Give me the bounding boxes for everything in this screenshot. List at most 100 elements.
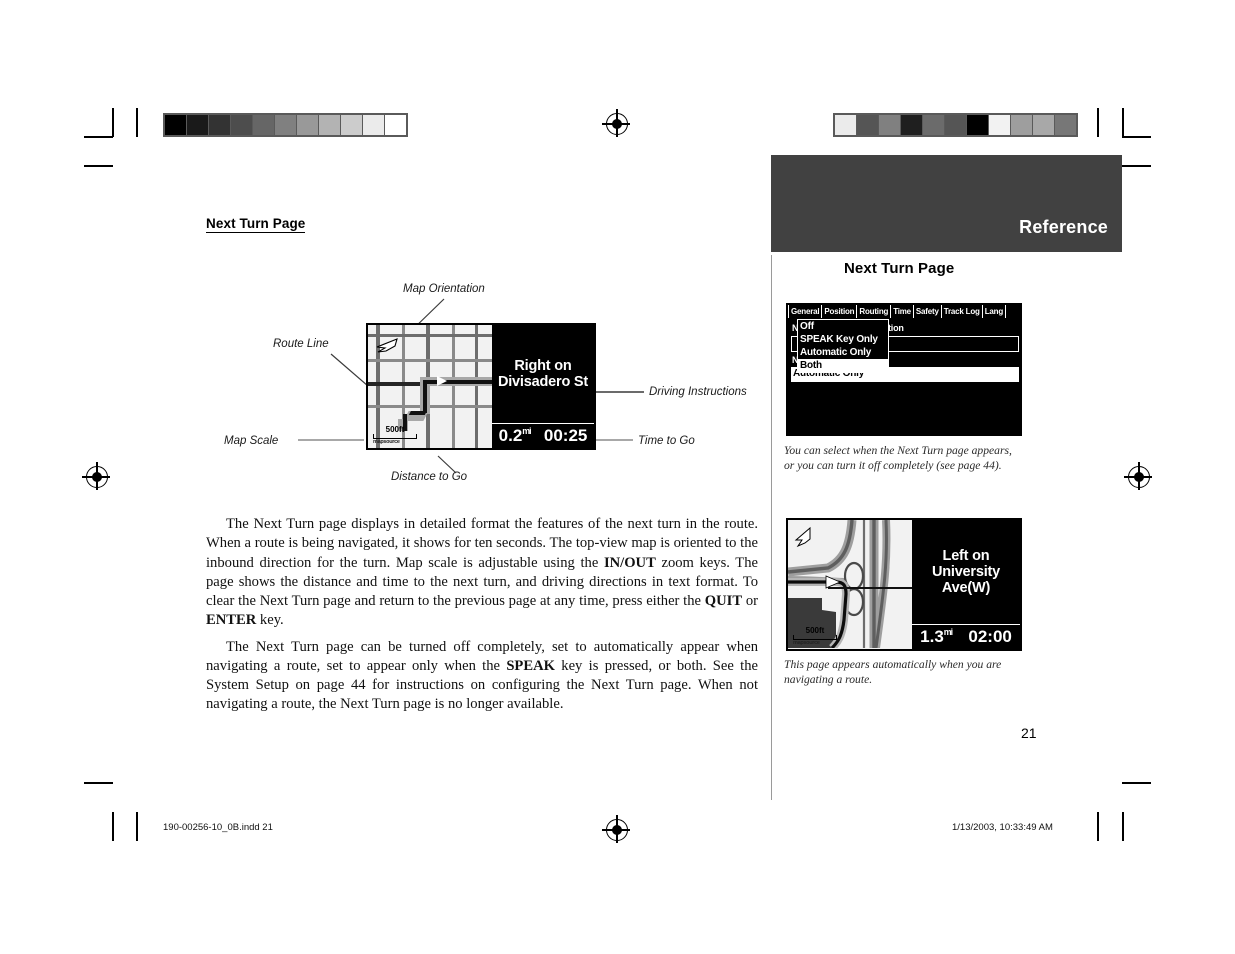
crop-mark	[84, 165, 113, 167]
setup-tab-safety[interactable]: Safety	[912, 305, 942, 318]
grayscale-swatch-6	[967, 115, 989, 135]
crop-mark	[84, 136, 113, 138]
grayscale-swatch-3	[901, 115, 923, 135]
emphasized-key: ENTER	[206, 612, 257, 629]
setup-tab-lang[interactable]: Lang	[981, 305, 1007, 318]
reference-subtitle: Next Turn Page	[844, 260, 955, 277]
grayscale-swatch-8	[341, 115, 363, 135]
dropdown-option-speak-key-only[interactable]: SPEAK Key Only	[798, 333, 888, 346]
grayscale-swatch-10	[1055, 115, 1076, 135]
grayscale-swatch-5	[945, 115, 967, 135]
dropdown-option-both[interactable]: Both	[798, 359, 888, 372]
instruction-line-2: Divisadero St	[497, 374, 589, 390]
crop-mark	[84, 782, 113, 784]
dropdown-option-automatic-only[interactable]: Automatic Only	[798, 346, 888, 359]
grayscale-calibration-bar-left	[163, 113, 408, 137]
setup-tab-bar[interactable]: General Position Routing Time Safety Track Lo…	[788, 305, 1020, 318]
gps-next-turn-screenshot-sidebar: 500ft mapsource Left on University Ave(W…	[786, 518, 1022, 651]
setup-dropdown-list[interactable]: Off SPEAK Key Only Automatic Only Both	[797, 319, 889, 373]
grayscale-swatch-7	[319, 115, 341, 135]
gps-map-view: 500ft mapsource	[368, 325, 492, 448]
crop-mark	[136, 812, 138, 841]
crop-mark	[1097, 108, 1099, 137]
registration-target-right	[1124, 462, 1152, 490]
registration-target-left	[82, 462, 110, 490]
map-source-label: mapsource	[373, 438, 400, 445]
registration-target-bottom	[602, 815, 630, 843]
gps-instruction-panel: Right on Divisadero St 0.2 mi 00:25	[492, 325, 594, 448]
crop-mark	[112, 108, 114, 137]
instruction-line-1-sidebar: Left on	[942, 547, 990, 564]
next-turn-page-figure: Map Orientation Route Line Map Scale Dis…	[206, 270, 758, 495]
gps-instruction-panel-sidebar: Left on University Ave(W) 1.3 mi 02:00	[912, 520, 1020, 649]
grayscale-swatch-8	[1011, 115, 1033, 135]
setup-screenshot-caption: You can select when the Next Turn page a…	[784, 444, 1012, 473]
gps-map-view-sidebar: 500ft mapsource	[788, 520, 912, 649]
nav-screenshot-caption: This page appears automatically when you…	[784, 658, 1002, 687]
time-to-go-value-sidebar: 02:00	[968, 627, 1012, 646]
map-source-label-sidebar: mapsource	[793, 639, 820, 646]
distance-to-go-value-sidebar: 1.3 mi	[920, 627, 953, 646]
crop-mark	[1122, 136, 1151, 138]
grayscale-swatch-9	[1033, 115, 1055, 135]
gps-setup-screenshot: General Position Routing Time Safety Track Lo…	[786, 303, 1022, 436]
footer-file-name: 190-00256-10_0B.indd 21	[163, 822, 273, 833]
instruction-line-1: Right on	[514, 357, 572, 374]
grayscale-swatch-9	[363, 115, 385, 135]
crop-mark	[136, 108, 138, 137]
grayscale-swatch-10	[385, 115, 406, 135]
grayscale-swatch-0	[835, 115, 857, 135]
dropdown-option-off[interactable]: Off	[798, 320, 888, 333]
emphasized-key: SPEAK	[506, 657, 555, 674]
emphasized-key: QUIT	[704, 593, 743, 609]
grayscale-swatch-2	[879, 115, 901, 135]
crop-mark	[1097, 812, 1099, 841]
page-title: Next Turn Page	[206, 216, 306, 233]
gps-status-bar-sidebar: 1.3 mi 02:00	[912, 624, 1020, 649]
grayscale-swatch-1	[857, 115, 879, 135]
setup-tab-general[interactable]: General	[788, 305, 823, 318]
crop-mark	[1122, 782, 1151, 784]
crop-mark	[1122, 812, 1124, 841]
driving-instruction-text: Right on Divisadero St	[492, 325, 594, 423]
distance-to-go-value: 0.2 mi	[498, 426, 532, 445]
grayscale-swatch-1	[187, 115, 209, 135]
grayscale-calibration-bar-right	[833, 113, 1078, 137]
crop-mark	[1122, 165, 1151, 167]
grayscale-swatch-5	[275, 115, 297, 135]
page-number: 21	[1021, 725, 1037, 741]
emphasized-key: IN/OUT	[603, 554, 656, 571]
driving-instruction-text-sidebar: Left on University Ave(W)	[912, 520, 1020, 624]
grayscale-swatch-7	[989, 115, 1011, 135]
reference-banner: Reference	[771, 155, 1122, 252]
reference-banner-label: Reference	[1019, 217, 1108, 237]
map-scale-indicator: 500ft mapsource	[373, 426, 417, 445]
grayscale-swatch-4	[253, 115, 275, 135]
setup-tab-routing[interactable]: Routing	[856, 305, 892, 318]
crop-mark	[112, 812, 114, 841]
grayscale-swatch-6	[297, 115, 319, 135]
paragraph-2: The Next Turn page can be turned off com…	[206, 638, 758, 713]
grayscale-swatch-4	[923, 115, 945, 135]
map-orientation-icon	[376, 338, 398, 353]
footer-timestamp: 1/13/2003, 10:33:49 AM	[952, 822, 1053, 833]
instruction-line-2-sidebar: University	[931, 563, 1001, 580]
body-text-block: The Next Turn page displays in detailed …	[206, 515, 758, 722]
gps-status-bar: 0.2 mi 00:25	[492, 423, 594, 448]
map-scale-value-sidebar: 500ft	[805, 626, 825, 635]
grayscale-swatch-3	[231, 115, 253, 135]
time-to-go-value: 00:25	[543, 426, 588, 445]
setup-tab-time[interactable]: Time	[890, 305, 914, 318]
registration-target-top	[602, 109, 630, 137]
instruction-line-3-sidebar: Ave(W)	[941, 580, 991, 597]
crop-mark	[1122, 108, 1124, 137]
paragraph-1: The Next Turn page displays in detailed …	[206, 516, 758, 629]
route-direction-arrow	[437, 376, 447, 386]
setup-tab-track-log[interactable]: Track Log	[940, 305, 983, 318]
grayscale-swatch-2	[209, 115, 231, 135]
map-scale-indicator-sidebar: 500ft mapsource	[793, 627, 837, 646]
grayscale-swatch-0	[165, 115, 187, 135]
map-scale-value: 500ft	[385, 425, 405, 434]
setup-tab-position[interactable]: Position	[821, 305, 858, 318]
column-divider-rule	[771, 255, 773, 800]
